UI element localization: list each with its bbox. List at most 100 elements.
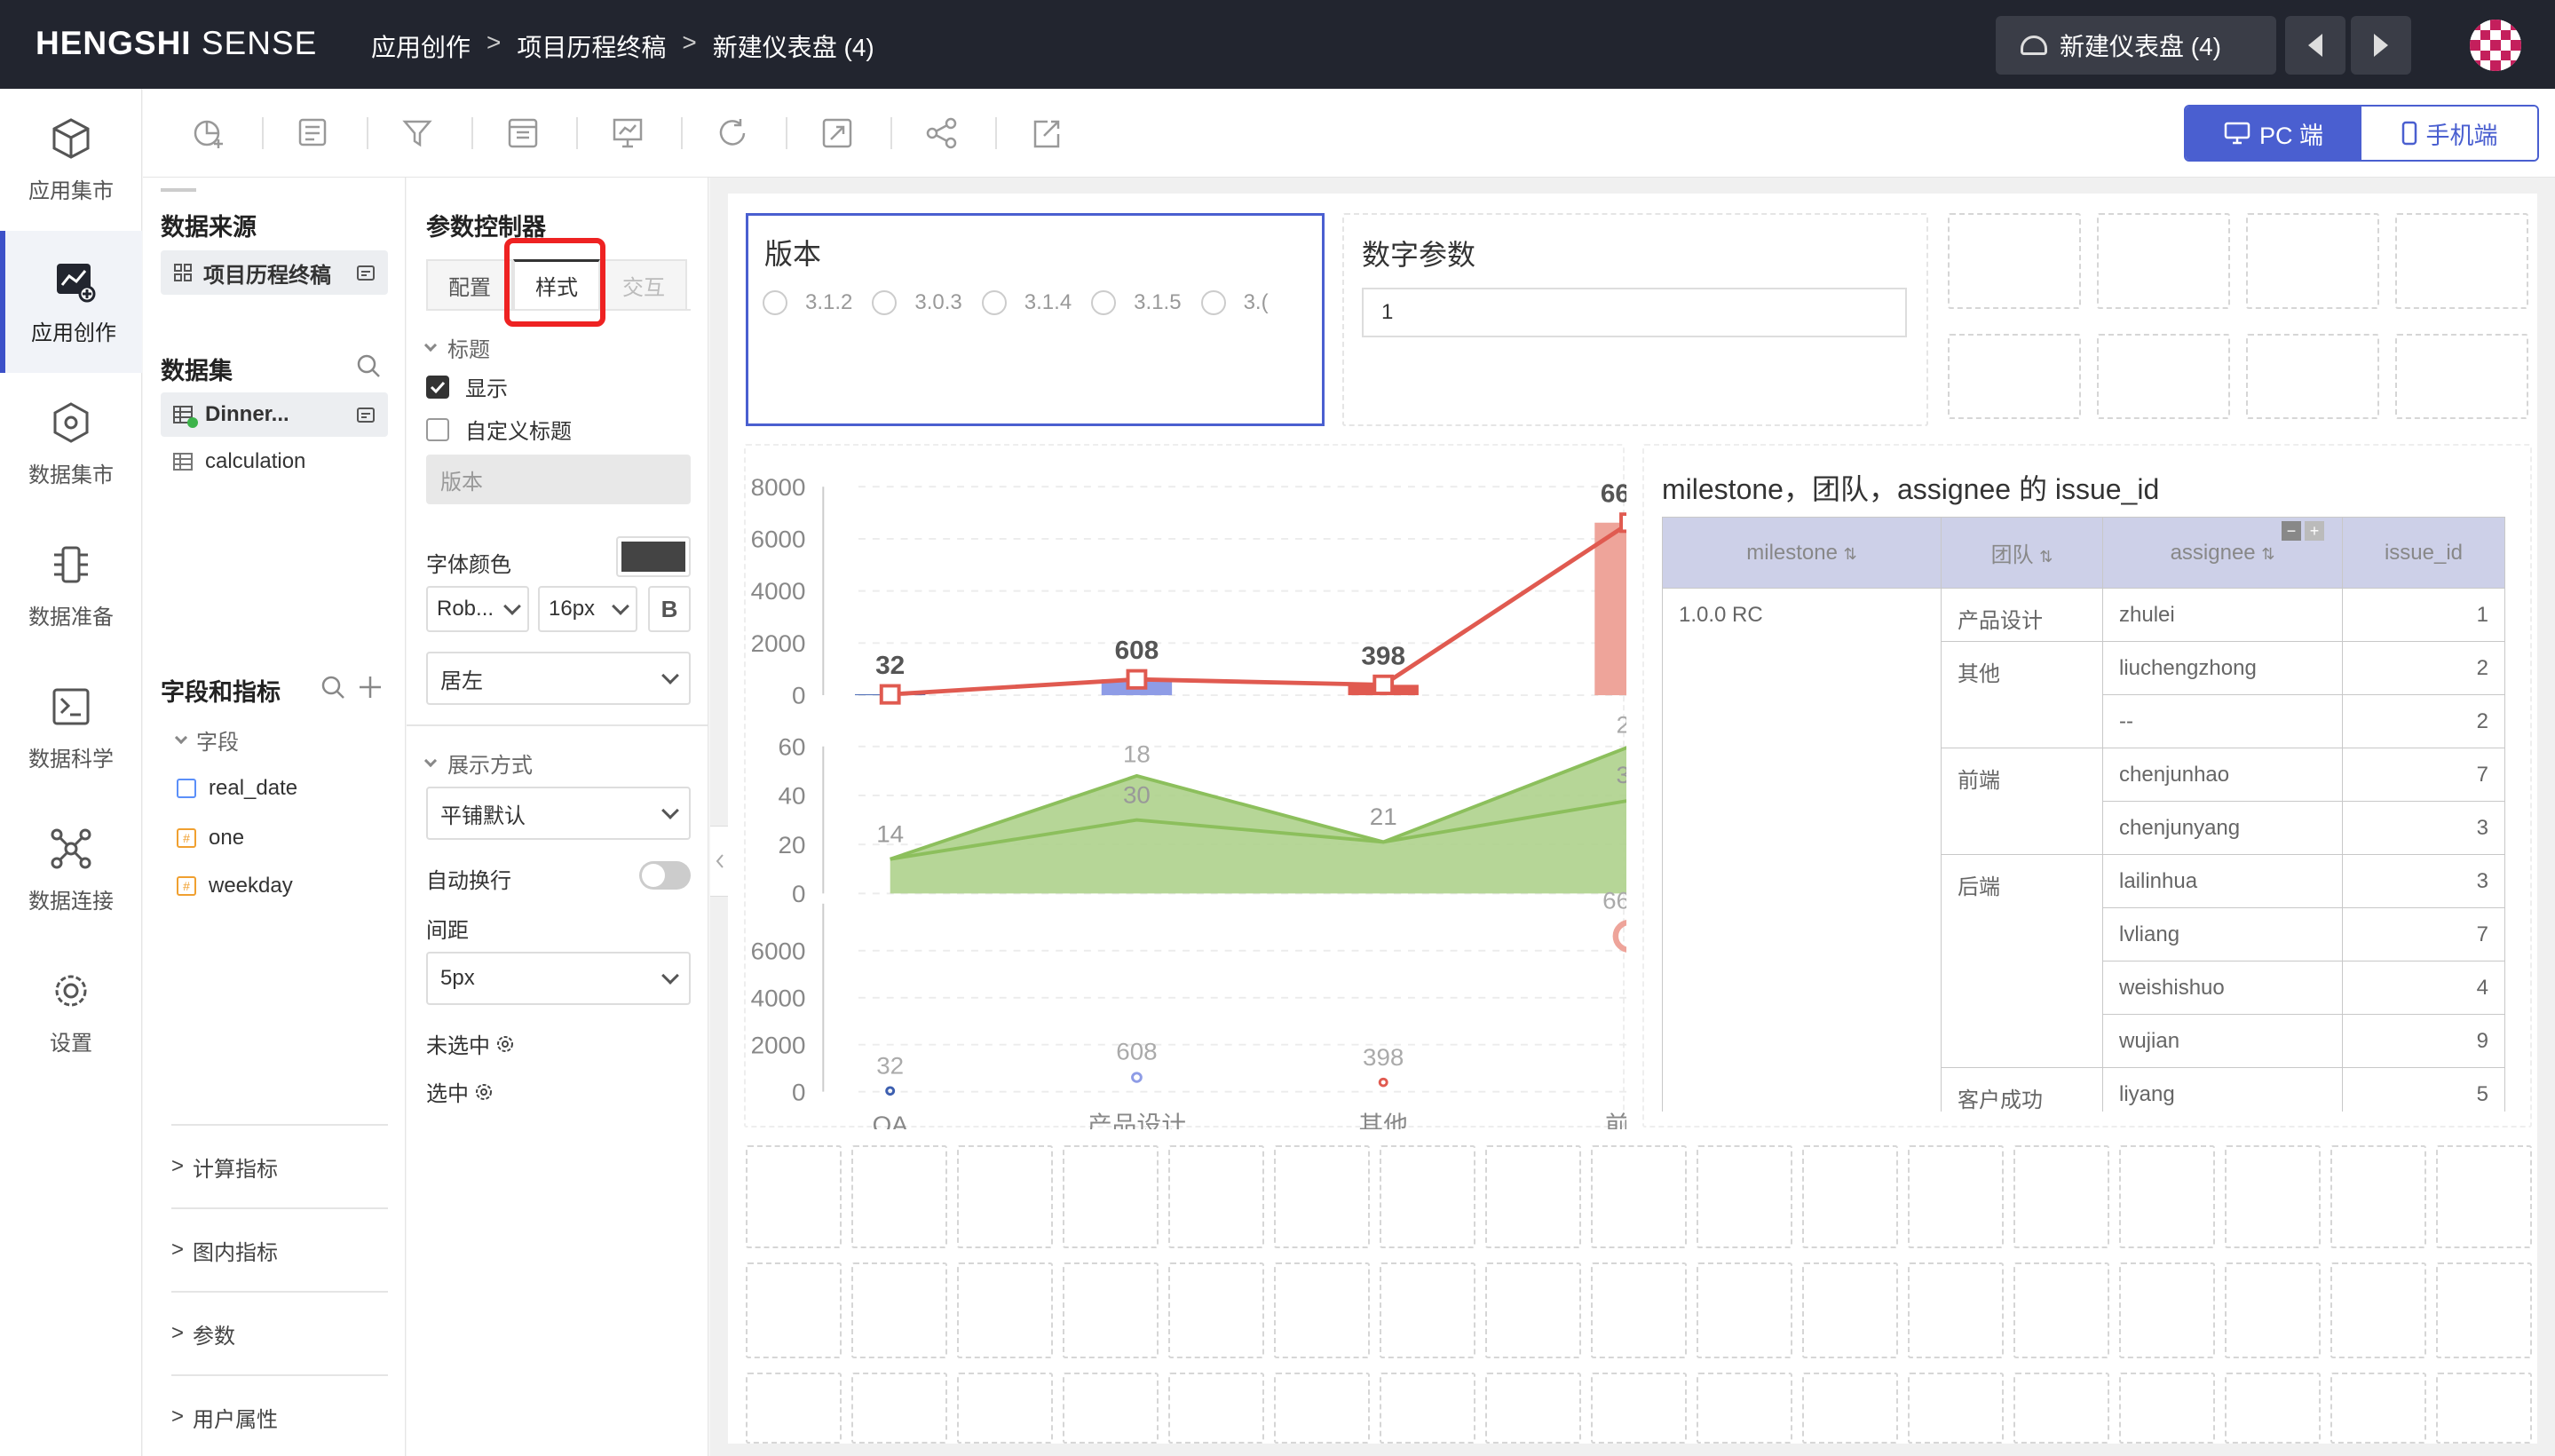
refresh-icon[interactable] bbox=[715, 115, 750, 151]
combo-chart-widget[interactable]: 8000600040002000032608398661944232396040… bbox=[744, 444, 1626, 1129]
switch-source-icon[interactable] bbox=[356, 263, 376, 282]
y-tick-label: 6000 bbox=[751, 526, 806, 553]
title-section-toggle[interactable]: 标题 bbox=[423, 332, 490, 363]
assignee-cell: weishishuo bbox=[2102, 961, 2343, 1015]
data-table: milestone ⇅ 团队 ⇅ assignee ⇅ − + issue_id 1… bbox=[1662, 517, 2505, 1112]
column-header[interactable]: milestone ⇅ bbox=[1662, 517, 1942, 589]
issue-cell: 2 bbox=[2342, 694, 2505, 748]
dataset-menu-icon[interactable] bbox=[356, 405, 376, 424]
empty-grid-cell bbox=[1591, 1373, 1687, 1444]
share-icon[interactable] bbox=[924, 115, 960, 151]
add-icon[interactable] bbox=[358, 675, 383, 700]
bold-toggle[interactable]: B bbox=[648, 586, 691, 632]
next-dashboard-button[interactable] bbox=[2351, 16, 2411, 75]
collapse-params[interactable]: > 参数 bbox=[171, 1291, 388, 1374]
spacing-select[interactable]: 5px bbox=[426, 952, 691, 1005]
align-select[interactable]: 居左 bbox=[426, 652, 691, 705]
table-widget[interactable]: milestone，团队，assignee 的 issue_id milesto… bbox=[1642, 444, 2532, 1128]
empty-grid-cell bbox=[1274, 1262, 1370, 1358]
add-control-icon[interactable] bbox=[296, 115, 331, 151]
export-icon[interactable] bbox=[1029, 115, 1064, 151]
team-cell: 产品设计 bbox=[1941, 588, 2103, 642]
field-item[interactable]: # weekday bbox=[177, 874, 293, 898]
nav-data-prep[interactable]: 数据准备 bbox=[0, 515, 142, 657]
app-logo[interactable]: HENGSHI SENSE bbox=[36, 25, 317, 62]
radio-option[interactable]: 3.0.3 bbox=[872, 290, 962, 315]
version-param-widget[interactable]: 版本 3.1.2 3.0.3 3.1.4 3.1.5 3.( bbox=[746, 213, 1325, 426]
custom-title-checkbox[interactable]: 自定义标题 bbox=[426, 414, 572, 445]
table-row[interactable]: 1.0.0 RC 产品设计 zhulei 1 bbox=[1662, 588, 2505, 1112]
prev-dashboard-button[interactable] bbox=[2285, 16, 2345, 75]
autowrap-toggle[interactable] bbox=[639, 861, 691, 890]
nav-settings[interactable]: 设置 bbox=[0, 941, 142, 1083]
avatar[interactable] bbox=[2470, 20, 2521, 71]
collapse-calc-metrics[interactable]: > 计算指标 bbox=[171, 1124, 388, 1207]
breadcrumb-item[interactable]: 项目历程终稿 bbox=[517, 28, 666, 64]
sort-icon[interactable]: ⇅ bbox=[2039, 548, 2053, 566]
field-group-toggle[interactable]: 字段 bbox=[174, 724, 239, 756]
field-item[interactable]: # one bbox=[177, 826, 244, 851]
sort-icon[interactable]: ⇅ bbox=[1844, 545, 1857, 563]
dashboard-switch-button[interactable]: 新建仪表盘 (4) bbox=[1996, 16, 2276, 75]
radio-option[interactable]: 3.1.4 bbox=[981, 290, 1072, 315]
number-input[interactable]: 1 bbox=[1362, 288, 1907, 337]
add-chart-icon[interactable] bbox=[191, 115, 226, 151]
top-bar: HENGSHI SENSE 应用创作 > 项目历程终稿 > 新建仪表盘 (4) … bbox=[0, 0, 2555, 89]
nav-data-science[interactable]: 数据科学 bbox=[0, 657, 142, 799]
empty-grid-cell bbox=[2097, 334, 2230, 419]
tab-config[interactable]: 配置 bbox=[426, 259, 513, 309]
radio-option[interactable]: 3.1.5 bbox=[1091, 290, 1182, 315]
font-color-label: 字体颜色 bbox=[426, 553, 511, 577]
collapse-chart-metrics[interactable]: > 图内指标 bbox=[171, 1207, 388, 1291]
mobile-mode-button[interactable]: 手机端 bbox=[2361, 107, 2537, 160]
add-text-icon[interactable] bbox=[505, 115, 541, 151]
expand-column-icon[interactable]: + bbox=[2305, 521, 2324, 541]
nav-data-market[interactable]: 数据集市 bbox=[0, 373, 142, 515]
radio-option[interactable]: 3.( bbox=[1200, 290, 1269, 315]
pc-mode-button[interactable]: PC 端 bbox=[2186, 107, 2361, 160]
divider bbox=[407, 724, 708, 726]
font-color-picker[interactable] bbox=[616, 536, 691, 577]
display-mode-select[interactable]: 平铺默认 bbox=[426, 787, 691, 840]
field-item[interactable]: real_date bbox=[177, 776, 297, 801]
add-filter-icon[interactable] bbox=[400, 115, 436, 151]
empty-grid-cell bbox=[1697, 1373, 1792, 1444]
tab-interaction[interactable]: 交互 bbox=[600, 259, 687, 309]
dashboard-board: 版本 3.1.2 3.0.3 3.1.4 3.1.5 3.( 数字参数 1 80… bbox=[728, 194, 2537, 1444]
selected-style[interactable]: 选中 bbox=[426, 1076, 494, 1107]
radio-option[interactable]: 3.1.2 bbox=[763, 290, 852, 315]
collapse-user-attrs[interactable]: > 用户属性 bbox=[171, 1374, 388, 1456]
chevron-right-icon: > bbox=[171, 1238, 185, 1262]
nav-app-market[interactable]: 应用集市 bbox=[0, 89, 142, 231]
data-label: 398 bbox=[1361, 642, 1405, 670]
toolbar-divider bbox=[262, 117, 264, 149]
cube-icon bbox=[52, 117, 90, 159]
font-size-select[interactable]: 16px bbox=[538, 586, 637, 632]
collapse-column-icon[interactable]: − bbox=[2282, 521, 2301, 541]
custom-title-input[interactable]: 版本 bbox=[426, 455, 691, 504]
display-section-toggle[interactable]: 展示方式 bbox=[423, 748, 533, 779]
team-cell: 其他 bbox=[1941, 641, 2103, 748]
column-header[interactable]: assignee ⇅ − + bbox=[2102, 517, 2343, 589]
nav-app-create[interactable]: 应用创作 bbox=[0, 231, 142, 373]
sort-icon[interactable]: ⇅ bbox=[2261, 545, 2274, 563]
breadcrumb: 应用创作 > 项目历程终稿 > 新建仪表盘 (4) bbox=[371, 28, 874, 64]
dataset-item[interactable]: calculation bbox=[173, 449, 305, 474]
number-param-widget[interactable]: 数字参数 1 bbox=[1342, 213, 1928, 426]
search-icon[interactable] bbox=[356, 353, 381, 378]
nav-data-connect[interactable]: 数据连接 bbox=[0, 799, 142, 941]
collapse-panel-handle[interactable] bbox=[710, 826, 730, 897]
font-family-select[interactable]: Rob... bbox=[426, 586, 529, 632]
gear-icon bbox=[55, 975, 87, 1006]
search-icon[interactable] bbox=[320, 675, 345, 700]
breadcrumb-item[interactable]: 应用创作 bbox=[371, 28, 471, 64]
unselected-style[interactable]: 未选中 bbox=[426, 1028, 515, 1059]
show-title-checkbox[interactable]: 显示 bbox=[426, 371, 508, 402]
column-header[interactable]: 团队 ⇅ bbox=[1941, 517, 2103, 589]
dataset-item-selected[interactable]: Dinner... bbox=[161, 392, 388, 437]
data-source-item[interactable]: 项目历程终稿 bbox=[161, 250, 388, 295]
fullscreen-icon[interactable] bbox=[819, 115, 855, 151]
column-header[interactable]: issue_id bbox=[2342, 517, 2505, 589]
presentation-icon[interactable] bbox=[610, 115, 645, 151]
chevron-down-icon bbox=[423, 338, 438, 352]
